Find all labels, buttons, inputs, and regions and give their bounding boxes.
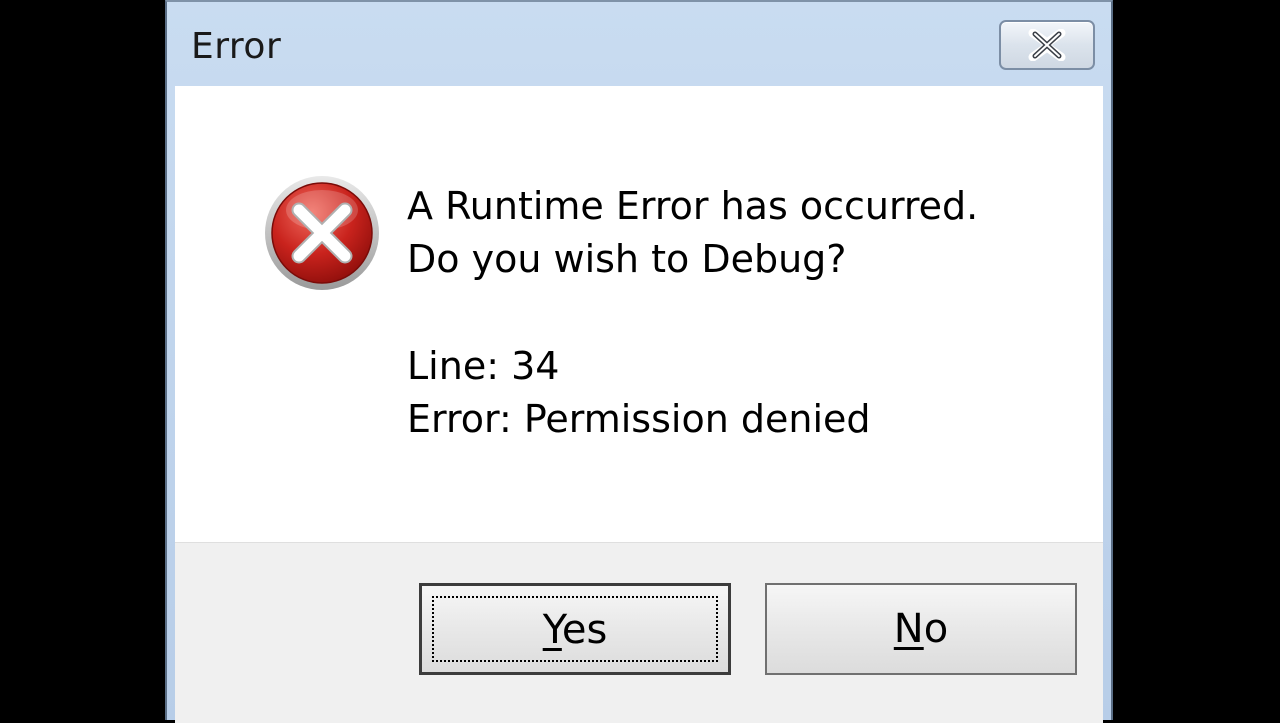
error-line-number: Line: 34 [407,344,560,388]
dialog-client-area: A Runtime Error has occurred. Do you wis… [175,86,1103,723]
error-description: Error: Permission denied [407,397,871,441]
message-line-2: Do you wish to Debug? [407,237,847,281]
close-icon [1028,29,1066,61]
window-title: Error [191,26,282,67]
message-line-1: A Runtime Error has occurred. [407,184,979,228]
yes-label-rest: es [561,607,608,653]
title-bar[interactable]: Error [167,2,1111,86]
close-button[interactable] [999,20,1095,70]
message-area: A Runtime Error has occurred. Do you wis… [175,86,1103,542]
button-bar: Yes No [175,542,1103,723]
yes-mnemonic: Y [542,607,562,653]
yes-button[interactable]: Yes [419,583,731,675]
error-dialog: Error A Runtime Error has occurred. Do y… [165,0,1113,723]
no-label-rest: o [923,606,949,652]
no-button[interactable]: No [765,583,1077,675]
error-icon [265,176,379,290]
no-mnemonic: N [893,606,924,652]
